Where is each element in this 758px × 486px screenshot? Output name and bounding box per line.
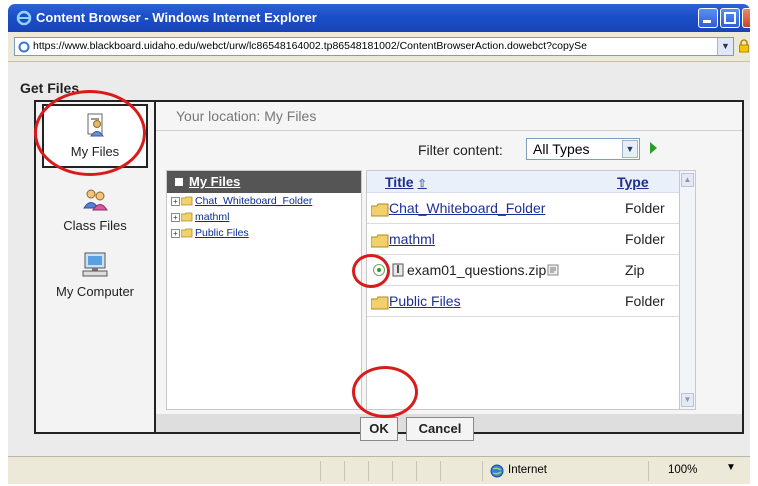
security-zone: Internet [508, 464, 547, 476]
filter-value: All Types [533, 141, 590, 157]
location-text: Your location: My Files [176, 108, 317, 124]
page-title: Get Files [20, 80, 80, 96]
page-icon [18, 41, 30, 53]
minimize-button[interactable] [698, 8, 718, 28]
file-pane: Your location: My Files Filter content: … [154, 102, 742, 441]
go-arrow-icon[interactable] [650, 142, 657, 154]
folder-icon [371, 296, 389, 310]
minimize-icon [703, 20, 711, 23]
address-url: https://www.blackboard.uidaho.edu/webct/… [33, 40, 587, 52]
filter-select[interactable]: All Types ▼ [526, 138, 640, 160]
expand-icon[interactable]: + [171, 213, 180, 222]
folder-icon [181, 212, 193, 222]
file-name-link[interactable]: Chat_Whiteboard_Folder [389, 200, 545, 216]
column-type[interactable]: Type [617, 174, 649, 190]
nav-label-my-files: My Files [70, 144, 120, 159]
tree-item-label: mathml [195, 211, 230, 223]
zip-file-icon [392, 263, 404, 277]
globe-icon [490, 464, 504, 478]
tree-square-icon [175, 178, 183, 186]
nav-label-class-files: Class Files [63, 218, 127, 233]
file-type: Folder [625, 231, 665, 247]
vertical-scrollbar[interactable]: ▲ ▼ [680, 170, 696, 410]
scroll-up-icon[interactable]: ▲ [681, 173, 694, 187]
status-divider [320, 461, 321, 481]
content-area: Get Files My Files Class Files My Comput… [8, 62, 750, 456]
content-browser-frame: My Files Class Files My Computer Your lo… [34, 100, 744, 441]
close-button[interactable] [742, 8, 750, 28]
status-divider [416, 461, 417, 481]
tree-item[interactable]: + Chat_Whiteboard_Folder [167, 195, 361, 209]
zoom-dropdown-icon[interactable]: ▼ [726, 462, 736, 473]
expand-icon[interactable]: + [171, 229, 180, 238]
file-name-link[interactable]: Public Files [389, 293, 461, 309]
cancel-button[interactable]: Cancel [406, 417, 474, 441]
file-list: Title ⇧ Type Chat_Whiteboard_Folder Folde… [366, 170, 680, 410]
location-divider [156, 130, 742, 131]
maximize-button[interactable] [720, 8, 740, 28]
nav-item-my-files[interactable]: My Files [42, 104, 148, 168]
list-item[interactable]: Public Files Folder [367, 286, 679, 317]
status-divider [368, 461, 369, 481]
maximize-icon [724, 12, 736, 24]
file-name-link[interactable]: mathml [389, 231, 435, 247]
filter-label: Filter content: [418, 142, 503, 158]
tree-item-label: Chat_Whiteboard_Folder [195, 195, 313, 207]
column-title[interactable]: Title ⇧ [385, 174, 427, 190]
file-type: Folder [625, 200, 665, 216]
folder-icon [181, 228, 193, 238]
file-type: Folder [625, 293, 665, 309]
ok-button[interactable]: OK [360, 417, 398, 441]
file-type: Zip [625, 262, 645, 278]
address-dropdown-icon[interactable]: ▼ [717, 38, 733, 55]
tree-item[interactable]: + Public Files [167, 227, 361, 241]
my-computer-icon [82, 252, 108, 277]
list-item[interactable]: exam01_questions.zip Zip [367, 255, 679, 286]
my-files-icon [87, 113, 104, 137]
status-divider [648, 461, 649, 481]
zoom-level[interactable]: 100% [668, 464, 697, 476]
tree-item-label: Public Files [195, 227, 249, 239]
nav-item-my-computer[interactable]: My Computer [42, 250, 148, 299]
status-divider [344, 461, 345, 481]
folder-icon [371, 234, 389, 248]
status-divider [440, 461, 441, 481]
chevron-down-icon[interactable]: ▼ [622, 140, 638, 158]
folder-icon [371, 203, 389, 217]
title-bar: Content Browser - Windows Internet Explo… [8, 4, 750, 32]
status-bar: Internet 100% ▼ [8, 456, 750, 484]
preview-icon[interactable] [547, 264, 559, 276]
status-divider [482, 461, 483, 481]
address-field[interactable]: https://www.blackboard.uidaho.edu/webct/… [14, 37, 734, 56]
ie-icon [16, 10, 32, 26]
lock-icon[interactable] [738, 39, 750, 53]
select-radio[interactable] [373, 264, 385, 276]
tree-title: My Files [189, 174, 241, 189]
tree-item[interactable]: + mathml [167, 211, 361, 225]
scroll-down-icon[interactable]: ▼ [681, 393, 694, 407]
status-divider [392, 461, 393, 481]
list-item[interactable]: Chat_Whiteboard_Folder Folder [367, 193, 679, 224]
browser-window: Content Browser - Windows Internet Explo… [0, 0, 758, 486]
source-nav: My Files Class Files My Computer [36, 102, 154, 432]
file-name: exam01_questions.zip [407, 262, 547, 278]
nav-item-class-files[interactable]: Class Files [42, 184, 148, 233]
address-bar: https://www.blackboard.uidaho.edu/webct/… [8, 32, 750, 62]
list-header: Title ⇧ Type [367, 171, 679, 193]
list-item[interactable]: mathml Folder [367, 224, 679, 255]
tree-header[interactable]: My Files [167, 171, 361, 193]
folder-tree: My Files + Chat_Whiteboard_Folder + math… [166, 170, 362, 410]
nav-label-my-computer: My Computer [55, 284, 135, 299]
window-title: Content Browser - Windows Internet Explo… [36, 10, 317, 25]
folder-icon [181, 196, 193, 206]
column-title-label: Title [385, 174, 414, 190]
expand-icon[interactable]: + [171, 197, 180, 206]
class-files-icon [83, 189, 108, 211]
sort-up-icon: ⇧ [417, 178, 427, 190]
